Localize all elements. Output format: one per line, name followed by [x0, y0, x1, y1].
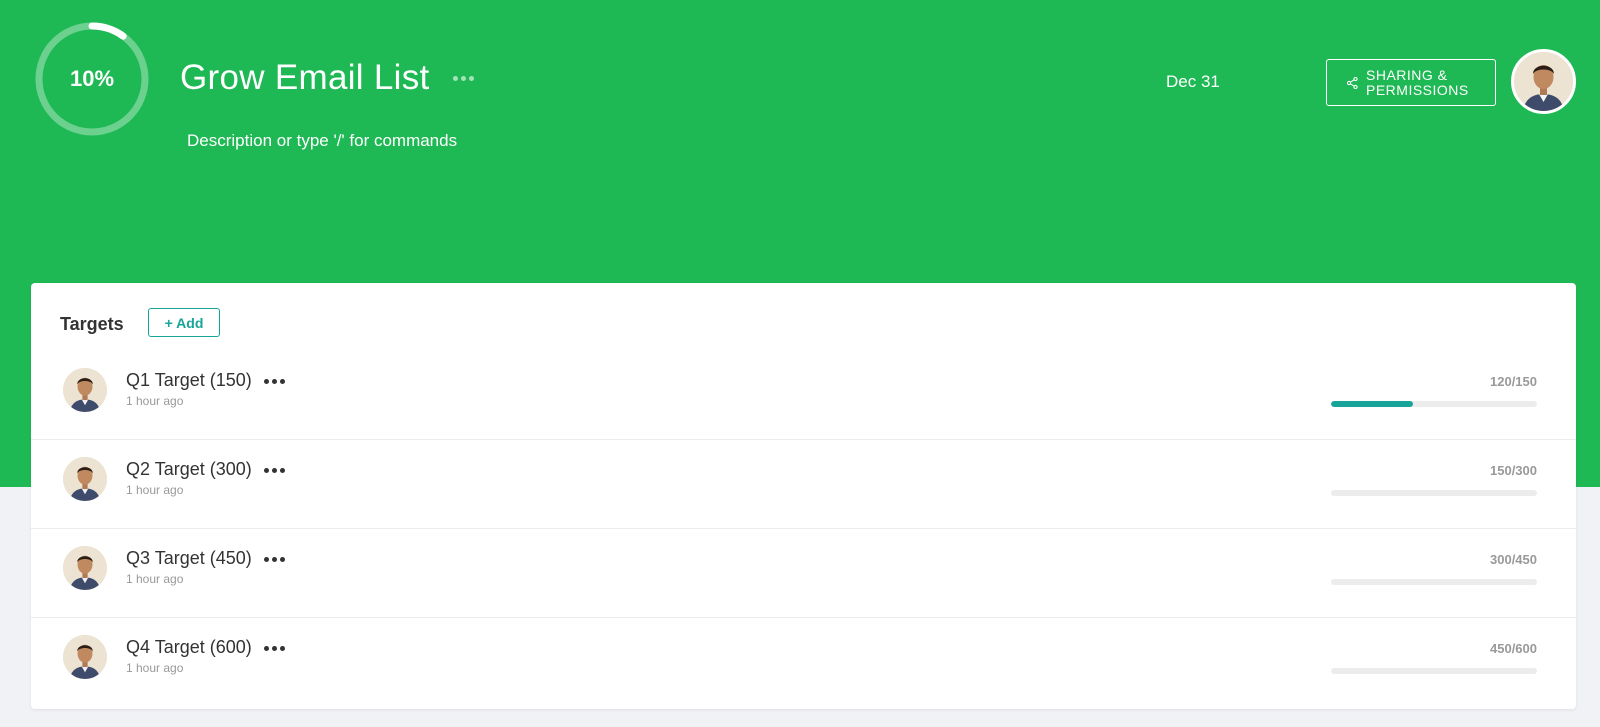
avatar-image	[63, 635, 107, 679]
target-timestamp: 1 hour ago	[126, 483, 184, 497]
target-row[interactable]: Q1 Target (150) 1 hour ago 120/150	[31, 352, 1576, 440]
target-row[interactable]: Q3 Target (450) 1 hour ago 300/450	[31, 530, 1576, 618]
target-more-dots-icon[interactable]	[263, 373, 285, 389]
owner-avatar[interactable]	[1511, 49, 1576, 114]
target-value[interactable]: 120/150	[1490, 374, 1537, 389]
target-progress-bar	[1331, 401, 1537, 407]
goal-progress-ring: 10%	[34, 21, 150, 137]
target-name[interactable]: Q4 Target (600)	[126, 637, 285, 658]
target-progress-bar	[1331, 668, 1537, 674]
sharing-permissions-label: SHARING & PERMISSIONS	[1366, 66, 1469, 98]
add-target-button[interactable]: + Add	[148, 308, 220, 337]
target-name[interactable]: Q3 Target (450)	[126, 548, 285, 569]
share-icon	[1347, 76, 1358, 89]
goal-more-dots-icon[interactable]	[450, 68, 476, 88]
target-progress-fill	[1331, 401, 1414, 407]
targets-card: Targets + Add Q1 Target (150) 1 hour ago…	[31, 283, 1576, 709]
target-timestamp: 1 hour ago	[126, 572, 184, 586]
target-owner-avatar[interactable]	[63, 635, 107, 679]
target-row[interactable]: Q4 Target (600) 1 hour ago 450/600	[31, 619, 1576, 707]
sharing-permissions-button[interactable]: SHARING & PERMISSIONS	[1326, 59, 1496, 106]
target-value[interactable]: 450/600	[1490, 641, 1537, 656]
avatar-image	[63, 546, 107, 590]
target-more-dots-icon[interactable]	[263, 462, 285, 478]
target-more-dots-icon[interactable]	[263, 640, 285, 656]
goal-progress-percent: 10%	[69, 66, 115, 91]
avatar-image	[1514, 52, 1573, 111]
target-owner-avatar[interactable]	[63, 457, 107, 501]
target-progress-bar	[1331, 490, 1537, 496]
goal-due-date[interactable]: Dec 31	[1166, 72, 1220, 92]
target-row[interactable]: Q2 Target (300) 1 hour ago 150/300	[31, 441, 1576, 529]
target-value[interactable]: 150/300	[1490, 463, 1537, 478]
target-name[interactable]: Q2 Target (300)	[126, 459, 285, 480]
target-name-text: Q1 Target (150)	[126, 370, 252, 390]
target-timestamp: 1 hour ago	[126, 661, 184, 675]
target-more-dots-icon[interactable]	[263, 551, 285, 567]
avatar-image	[63, 368, 107, 412]
target-owner-avatar[interactable]	[63, 368, 107, 412]
target-value[interactable]: 300/450	[1490, 552, 1537, 567]
target-name-text: Q2 Target (300)	[126, 459, 252, 479]
target-name-text: Q4 Target (600)	[126, 637, 252, 657]
target-progress-bar	[1331, 579, 1537, 585]
target-name-text: Q3 Target (450)	[126, 548, 252, 568]
target-owner-avatar[interactable]	[63, 546, 107, 590]
target-timestamp: 1 hour ago	[126, 394, 184, 408]
goal-title[interactable]: Grow Email List	[180, 58, 430, 98]
avatar-image	[63, 457, 107, 501]
targets-heading: Targets	[60, 314, 124, 334]
goal-description-input[interactable]: Description or type '/' for commands	[187, 131, 457, 151]
target-name[interactable]: Q1 Target (150)	[126, 370, 285, 391]
